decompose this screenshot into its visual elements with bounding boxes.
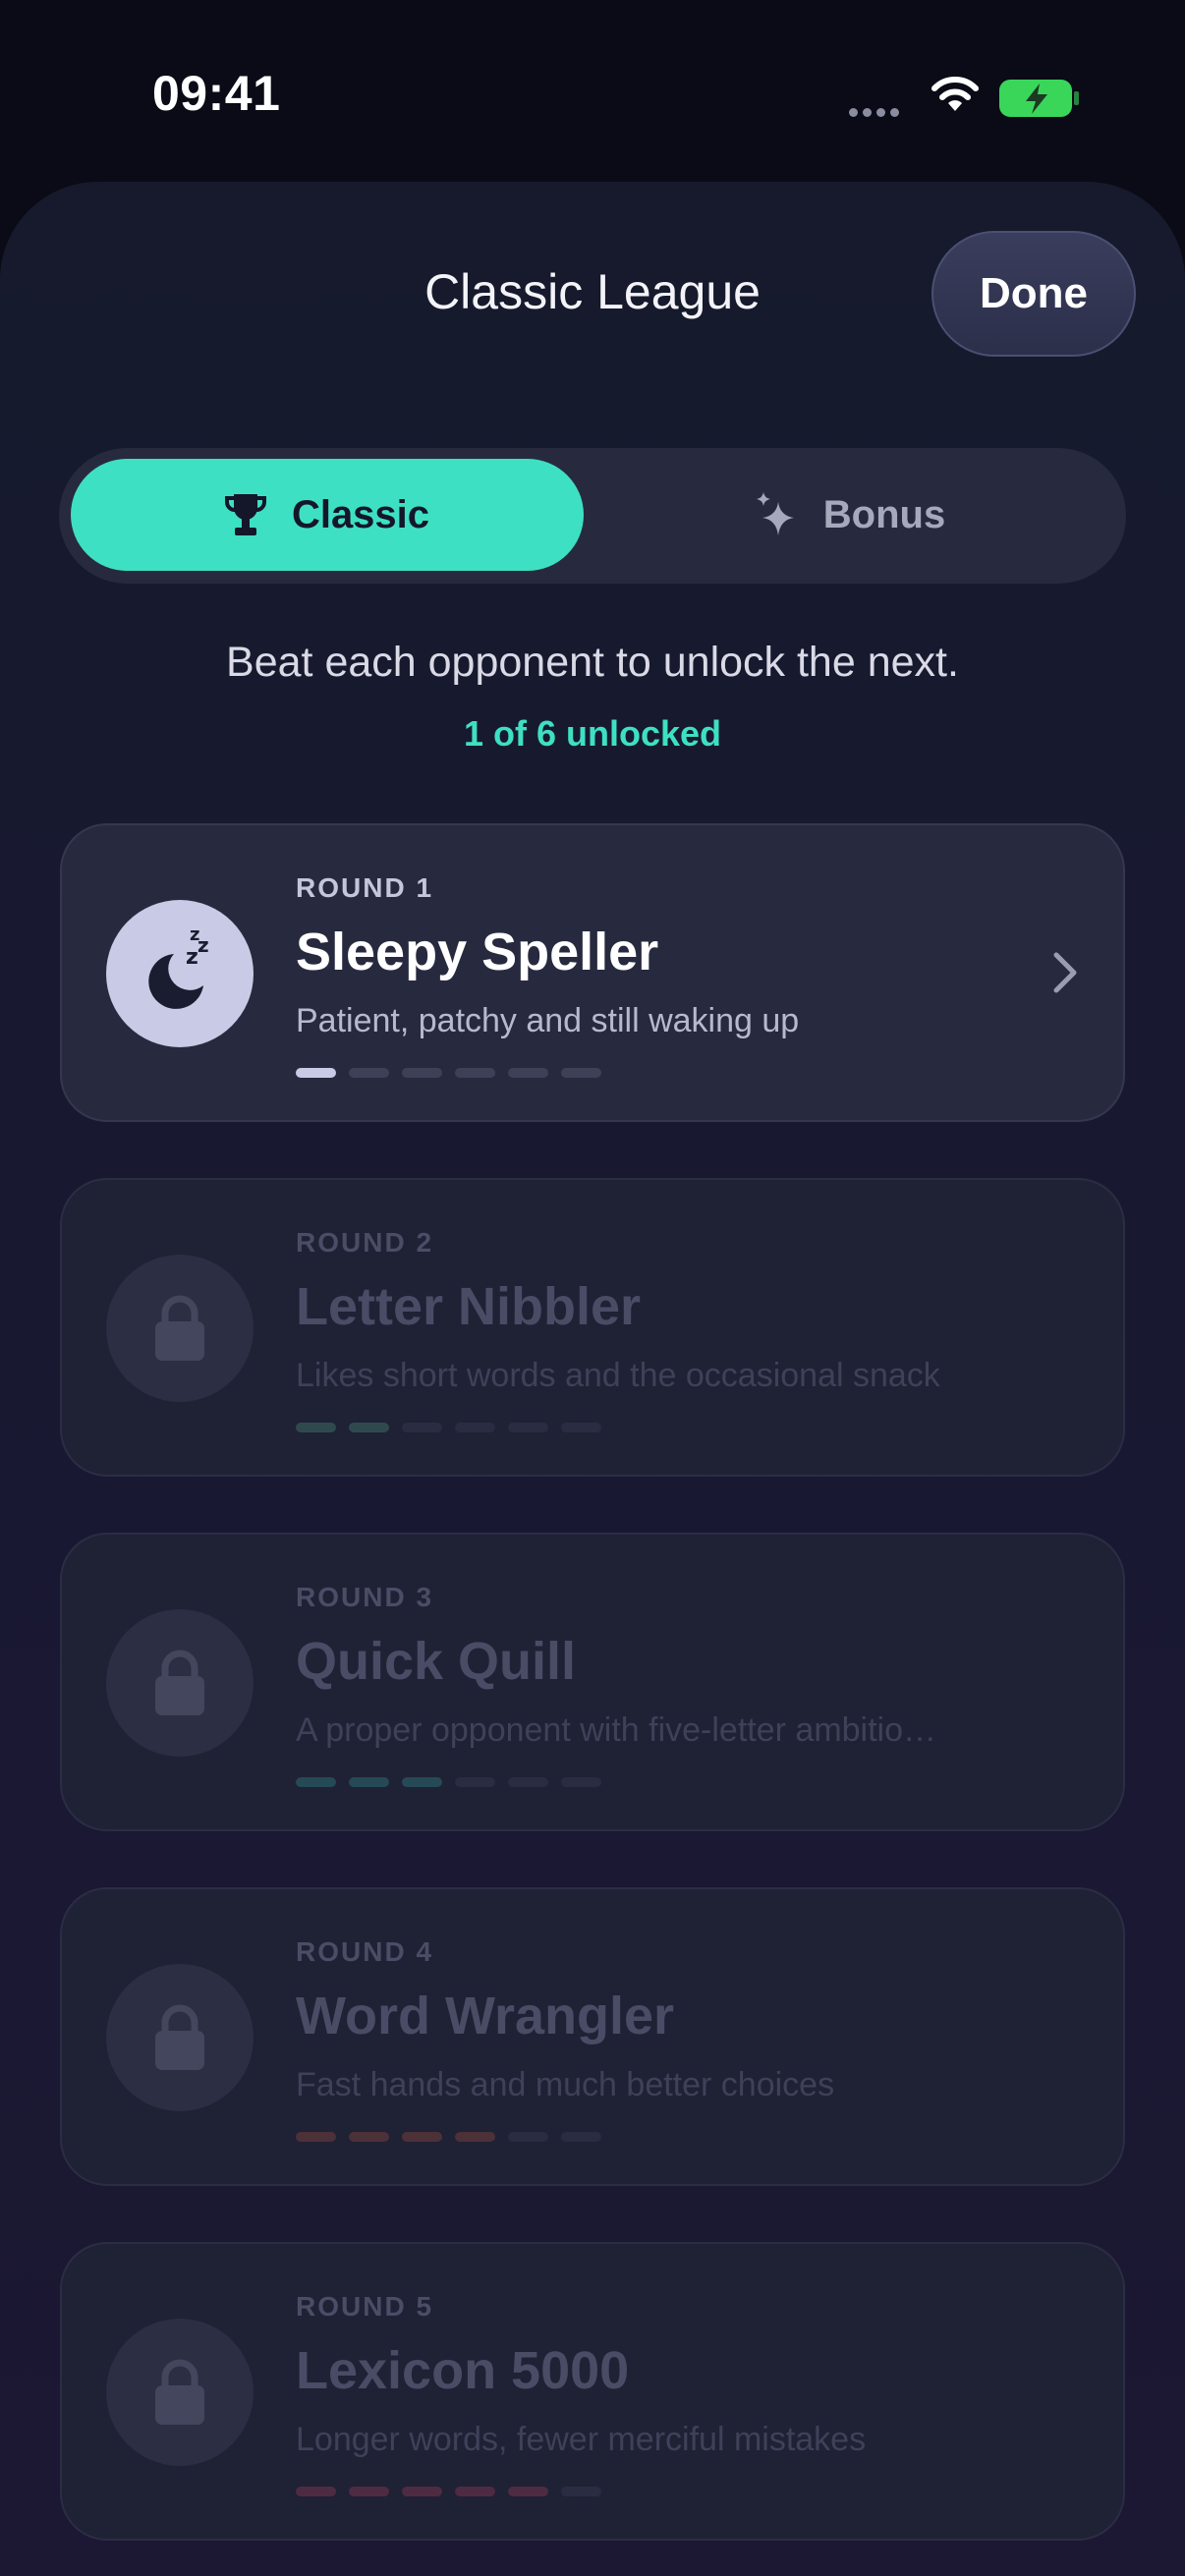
round-description: Likes short words and the occasional sna…	[296, 1357, 940, 1394]
tab-bonus-label: Bonus	[822, 492, 946, 536]
difficulty-segment	[455, 1777, 495, 1787]
round-description: Patient, patchy and still waking up	[296, 1002, 800, 1039]
trophy-icon	[224, 494, 266, 535]
difficulty-segment	[349, 1068, 389, 1078]
difficulty-segment	[349, 2132, 389, 2142]
done-button[interactable]: Done	[931, 231, 1136, 357]
difficulty-segment	[402, 2487, 442, 2496]
difficulty-meter	[296, 1777, 614, 1787]
difficulty-meter	[296, 1068, 614, 1078]
cellular-signal-icon	[849, 104, 904, 122]
difficulty-meter	[296, 2487, 614, 2496]
round-label: ROUND 2	[296, 1227, 434, 1258]
difficulty-segment	[402, 1423, 442, 1432]
difficulty-segment	[296, 2132, 336, 2142]
difficulty-segment	[402, 1777, 442, 1787]
lock-icon	[155, 2359, 204, 2425]
intro-text: Beat each opponent to unlock the next.	[226, 639, 959, 686]
difficulty-segment	[561, 2132, 601, 2142]
tab-classic-label: Classic	[291, 492, 430, 536]
difficulty-segment	[402, 1068, 442, 1078]
lock-icon	[155, 2004, 204, 2070]
battery-charging-icon	[999, 80, 1079, 117]
difficulty-segment	[296, 2487, 336, 2496]
round-card-2: ROUND 2 Letter Nibbler Likes short words…	[60, 1178, 1125, 1477]
round-label: ROUND 1	[296, 872, 434, 903]
difficulty-segment	[508, 2487, 548, 2496]
difficulty-segment	[455, 1068, 495, 1078]
difficulty-segment	[561, 1068, 601, 1078]
tab-classic[interactable]: Classic	[71, 459, 584, 571]
round-name: Sleepy Speller	[296, 923, 659, 981]
tab-bonus[interactable]: Bonus	[590, 459, 1110, 571]
round-label: ROUND 3	[296, 1582, 434, 1612]
difficulty-segment	[296, 1068, 336, 1078]
round-avatar	[106, 2319, 254, 2466]
difficulty-segment	[508, 1423, 548, 1432]
difficulty-segment	[402, 2132, 442, 2142]
difficulty-segment	[455, 1423, 495, 1432]
status-time: 09:41	[152, 66, 281, 121]
lock-icon	[155, 1295, 204, 1361]
difficulty-segment	[349, 2487, 389, 2496]
difficulty-segment	[561, 1777, 601, 1787]
round-description: Longer words, fewer merciful mistakes	[296, 2421, 867, 2458]
round-label: ROUND 5	[296, 2291, 434, 2322]
round-name: Lexicon 5000	[296, 2341, 630, 2400]
difficulty-segment	[508, 2132, 548, 2142]
difficulty-segment	[349, 1423, 389, 1432]
round-card-1[interactable]: z z z ROUND 1 Sleepy Speller Patient, pa…	[60, 823, 1125, 1122]
league-tabs: Classic Bonus	[59, 448, 1126, 584]
round-card-5: ROUND 5 Lexicon 5000 Longer words, fewer…	[60, 2242, 1125, 2541]
sleeping-moon-icon: z z z	[148, 924, 209, 1009]
chevron-right-icon	[1053, 952, 1077, 993]
screen: 09:41 Classic League Done Classic Bonus …	[0, 0, 1185, 2576]
unlock-progress: 1 of 6 unlocked	[463, 713, 722, 754]
difficulty-segment	[561, 2487, 601, 2496]
difficulty-meter	[296, 2132, 614, 2142]
round-avatar	[106, 1964, 254, 2111]
round-avatar	[106, 1609, 254, 1757]
round-name: Letter Nibbler	[296, 1277, 642, 1336]
difficulty-segment	[508, 1068, 548, 1078]
difficulty-segment	[455, 2487, 495, 2496]
wifi-icon	[931, 77, 979, 111]
status-icons	[792, 73, 1185, 122]
round-label: ROUND 4	[296, 1936, 434, 1967]
round-description: A proper opponent with five-letter ambit…	[296, 1711, 937, 1749]
difficulty-segment	[296, 1423, 336, 1432]
difficulty-segment	[455, 2132, 495, 2142]
difficulty-segment	[296, 1777, 336, 1787]
round-name: Word Wrangler	[296, 1987, 675, 2045]
difficulty-segment	[508, 1777, 548, 1787]
round-avatar	[106, 1255, 254, 1402]
round-name: Quick Quill	[296, 1632, 577, 1691]
difficulty-meter	[296, 1423, 614, 1432]
lock-icon	[155, 1650, 204, 1715]
svg-text:z: z	[190, 924, 199, 945]
round-description: Fast hands and much better choices	[296, 2066, 835, 2103]
difficulty-segment	[561, 1423, 601, 1432]
sparkle-icon	[756, 492, 794, 535]
difficulty-segment	[349, 1777, 389, 1787]
round-card-3: ROUND 3 Quick Quill A proper opponent wi…	[60, 1533, 1125, 1831]
round-card-4: ROUND 4 Word Wrangler Fast hands and muc…	[60, 1887, 1125, 2186]
round-avatar: z z z	[106, 900, 254, 1047]
svg-text:z: z	[186, 945, 198, 970]
